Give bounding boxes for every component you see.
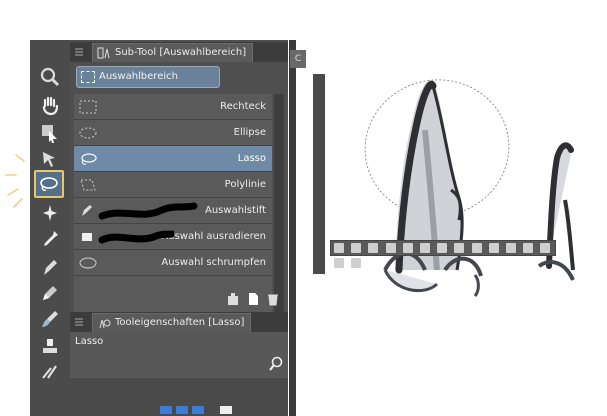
- launcher-button-4[interactable]: [385, 243, 396, 253]
- launcher-button-5[interactable]: [402, 243, 413, 253]
- properties-tab-label: Tooleigenschaften [Lasso]: [115, 317, 245, 328]
- subtool-item-selection-pen[interactable]: Auswahlstift: [74, 198, 272, 224]
- move-layer-icon: [43, 152, 55, 167]
- subtool-settings-icon[interactable]: [226, 292, 240, 306]
- blend-tool-button[interactable]: [36, 358, 64, 384]
- search-icon[interactable]: [268, 356, 284, 372]
- rect-dashed-icon: [79, 100, 97, 114]
- setting-swatch[interactable]: [160, 406, 172, 414]
- properties-settings-area: [70, 378, 288, 416]
- subtool-actions: [226, 292, 286, 312]
- selection-group-label: Auswahlbereich: [99, 71, 178, 82]
- stroke-preview-icon: [98, 202, 198, 220]
- setting-swatch[interactable]: [192, 406, 204, 414]
- launcher-button-9[interactable]: [471, 243, 482, 253]
- pencil-icon: [43, 286, 57, 300]
- launcher-button-10[interactable]: [488, 243, 499, 253]
- launcher-button-7[interactable]: [437, 243, 448, 253]
- selection-eraser-icon: [82, 233, 92, 241]
- stroke-preview-icon: [98, 230, 174, 244]
- tab-subtool[interactable]: Sub-Tool [Auswahlbereich]: [92, 43, 254, 62]
- properties-body: Lasso: [70, 332, 288, 416]
- selection-area-icon: [81, 71, 95, 83]
- subtool-panel: Sub-Tool [Auswahlbereich] Auswahlbereich…: [70, 40, 288, 416]
- delete-subtool-icon[interactable]: [266, 292, 280, 306]
- magnifier-icon: [40, 67, 60, 87]
- selection-pen-icon: [82, 205, 92, 216]
- eraser-tool-button[interactable]: [36, 332, 64, 358]
- ellipse-dashed-icon: [79, 127, 97, 139]
- launcher-button-14[interactable]: [334, 258, 344, 268]
- setting-swatch[interactable]: [176, 406, 188, 414]
- subtool-tabbar: Sub-Tool [Auswahlbereich]: [70, 42, 288, 62]
- highlight-burst-icon: [5, 154, 25, 208]
- eraser-icon: [43, 339, 57, 353]
- brush-icon: [42, 311, 58, 327]
- zoom-tool-button[interactable]: [36, 64, 64, 90]
- launcher-button-2[interactable]: [351, 243, 362, 253]
- launcher-button-11[interactable]: [505, 243, 516, 253]
- tab-tool-properties[interactable]: Tooleigenschaften [Lasso]: [92, 313, 252, 332]
- launcher-button-13[interactable]: [540, 243, 551, 253]
- canvas-side-button[interactable]: C: [290, 50, 306, 68]
- object-select-icon: [42, 125, 57, 143]
- setting-swatch[interactable]: [220, 406, 232, 414]
- subtool-tab-label: Sub-Tool [Auswahlbereich]: [115, 47, 247, 58]
- pen-tool-button[interactable]: [36, 254, 64, 280]
- subtool-item-polyline[interactable]: Polylinie: [74, 172, 272, 198]
- list-item-label: Auswahl ausradieren: [161, 231, 266, 242]
- tool-properties-icon: [99, 319, 111, 329]
- pencil-tool-button[interactable]: [36, 280, 64, 306]
- launcher-button-15[interactable]: [351, 258, 362, 268]
- selection-launcher-toolbar: [330, 240, 556, 268]
- panel-menu-icon[interactable]: [74, 317, 84, 327]
- tool-column: [30, 40, 70, 416]
- launcher-button-8[interactable]: [454, 243, 465, 253]
- list-item-label: Rechteck: [220, 101, 266, 112]
- list-item-label: Polylinie: [224, 179, 266, 190]
- list-item-label: Lasso: [237, 153, 266, 164]
- hand-icon: [42, 96, 59, 116]
- launcher-button-12[interactable]: [523, 243, 534, 253]
- pen-icon: [44, 260, 57, 275]
- subtool-item-rectangle[interactable]: Rechteck: [74, 94, 272, 120]
- new-subtool-icon[interactable]: [246, 292, 260, 306]
- eyedropper-icon: [44, 231, 58, 246]
- list-item-label: Ellipse: [233, 127, 266, 138]
- properties-tabbar: Tooleigenschaften [Lasso]: [70, 312, 288, 332]
- blend-icon: [42, 365, 57, 379]
- subtool-tab-icon: [97, 47, 110, 59]
- shrink-selection-icon: [79, 257, 97, 269]
- subtool-item-ellipse[interactable]: Ellipse: [74, 120, 272, 146]
- panel-divider: [289, 40, 296, 416]
- subtool-item-shrink-selection[interactable]: Auswahl schrumpfen: [74, 250, 272, 276]
- list-item-label: Auswahlstift: [205, 205, 266, 216]
- launcher-button-6[interactable]: [419, 243, 430, 253]
- magic-wand-icon: [43, 205, 57, 221]
- subtool-item-selection-eraser[interactable]: Auswahl ausradieren: [74, 224, 272, 250]
- eyedropper-tool-button[interactable]: [36, 226, 64, 252]
- subtool-item-lasso[interactable]: Lasso: [74, 146, 272, 172]
- selection-group-button[interactable]: Auswahlbereich: [76, 66, 220, 88]
- panel-menu-icon[interactable]: [74, 47, 84, 57]
- canvas-left-bar: [313, 74, 325, 274]
- canvas-drawing: [364, 79, 575, 297]
- hand-tool-button[interactable]: [36, 92, 64, 118]
- launcher-button-3[interactable]: [368, 243, 379, 253]
- launcher-button-1[interactable]: [334, 243, 344, 253]
- brush-tool-button[interactable]: [36, 306, 64, 332]
- properties-title: Lasso: [75, 336, 104, 347]
- polyline-icon: [80, 179, 96, 191]
- lasso-icon: [81, 153, 97, 165]
- operation-tool-button[interactable]: [36, 120, 64, 146]
- list-item-label: Auswahl schrumpfen: [161, 257, 266, 268]
